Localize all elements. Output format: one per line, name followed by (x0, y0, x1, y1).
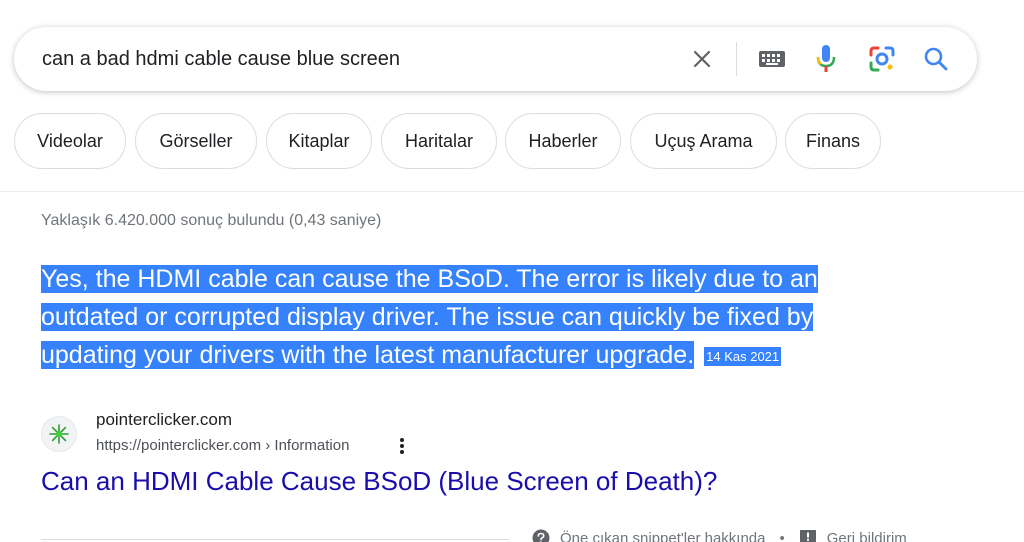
chip-finans[interactable]: Finans (785, 113, 881, 169)
microphone-icon (816, 45, 836, 72)
featured-snippet: Yes, the HDMI cable can cause the BSoD. … (41, 260, 931, 376)
snippet-date: 14 Kas 2021 (704, 347, 782, 366)
keyboard-button[interactable] (754, 41, 790, 77)
search-box[interactable] (14, 27, 977, 91)
help-circle-icon (532, 529, 550, 542)
result-site-name[interactable]: pointerclicker.com (96, 410, 232, 430)
result-stats: Yaklaşık 6.420.000 sonuç bulundu (0,43 s… (41, 212, 382, 229)
chip-kitaplar[interactable]: Kitaplar (266, 113, 372, 169)
chip-haberler[interactable]: Haberler (505, 113, 621, 169)
keyboard-icon (759, 51, 785, 67)
snippet-line-1: Yes, the HDMI cable can cause the BSoD. … (41, 265, 818, 293)
searchbox-divider (736, 42, 737, 76)
google-lens-icon (869, 46, 895, 72)
about-snippets-link[interactable]: Öne çıkan snippet'ler hakkında (532, 529, 766, 542)
clear-search-button[interactable] (684, 41, 720, 77)
voice-search-button[interactable] (808, 41, 844, 77)
snippet-footer-divider (41, 539, 509, 540)
result-more-button[interactable] (392, 434, 412, 458)
close-icon (693, 50, 711, 68)
chip-videolar[interactable]: Videolar (14, 113, 126, 169)
snippet-footer: Öne çıkan snippet'ler hakkında • Geri bi… (532, 528, 907, 542)
search-button[interactable] (918, 41, 954, 77)
site-favicon-icon (49, 424, 69, 444)
header-divider (0, 191, 1024, 192)
chip-ucus-arama[interactable]: Uçuş Arama (630, 113, 777, 169)
feedback-icon (799, 530, 816, 542)
result-title-link[interactable]: Can an HDMI Cable Cause BSoD (Blue Scree… (41, 466, 717, 497)
more-vert-icon (400, 438, 404, 454)
site-favicon[interactable] (41, 416, 77, 452)
chip-gorseller[interactable]: Görseller (135, 113, 257, 169)
chip-haritalar[interactable]: Haritalar (381, 113, 497, 169)
search-icon (924, 47, 948, 71)
snippet-line-3: updating your drivers with the latest ma… (41, 341, 695, 369)
search-input[interactable] (42, 45, 662, 73)
feedback-link[interactable]: Geri bildirim (799, 529, 907, 542)
result-url[interactable]: https://pointerclicker.com › Information (96, 437, 349, 454)
lens-search-button[interactable] (864, 41, 900, 77)
snippet-line-2: outdated or corrupted display driver. Th… (41, 303, 814, 331)
